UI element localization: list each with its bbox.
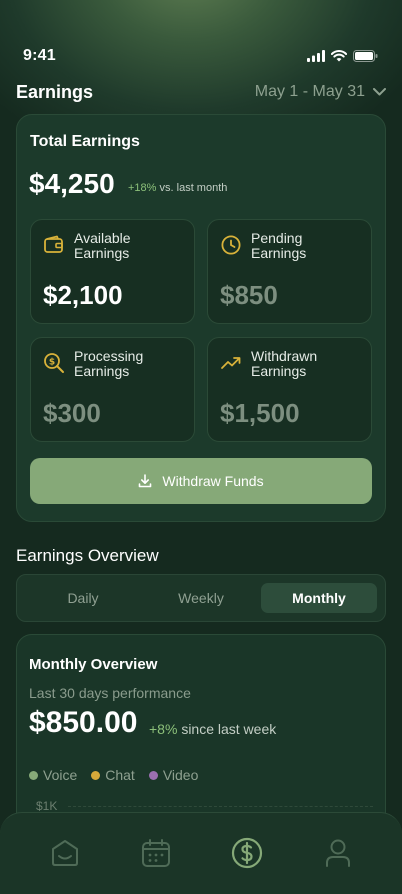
wifi-icon (331, 50, 347, 62)
withdraw-funds-button[interactable]: Withdraw Funds (30, 458, 372, 504)
total-change-text: vs. last month (159, 182, 228, 194)
legend-dot (91, 770, 101, 780)
total-earnings-change: +18% vs. last month (128, 182, 227, 194)
withdraw-funds-label: Withdraw Funds (162, 473, 264, 489)
overview-change-text: since last week (181, 721, 277, 737)
trending-up-icon (221, 357, 241, 369)
date-range-label: May 1 - May 31 (254, 83, 365, 100)
legend-dot (148, 770, 158, 780)
chart-legend: Voice Chat Video (29, 767, 198, 783)
overview-value: $850.00 (29, 706, 138, 739)
tile-label-line1: Withdrawn (251, 348, 318, 364)
tile-label-line1: Processing (74, 348, 144, 364)
tile-label: Pending Earnings (251, 231, 306, 261)
date-range-selector[interactable]: May 1 - May 31 (255, 83, 386, 101)
legend-item-video[interactable]: Video (148, 767, 199, 783)
total-earnings-value: $4,250 (29, 168, 115, 199)
download-icon (139, 474, 152, 488)
tab-daily[interactable]: Daily (25, 583, 141, 613)
signal-icon (307, 50, 325, 62)
page-title: Earnings (16, 82, 94, 102)
processing-earnings-tile[interactable]: $ Processing Earnings $300 (30, 337, 195, 442)
overview-change-percent: +8% (149, 721, 178, 737)
status-icons (307, 49, 378, 63)
chart-gridline (68, 806, 373, 807)
tile-label: Available Earnings (74, 231, 131, 261)
available-earnings-tile[interactable]: Available Earnings $2,100 (30, 219, 195, 324)
legend-item-voice[interactable]: Voice (29, 767, 77, 783)
overview-title: Monthly Overview (29, 656, 158, 673)
legend-label: Voice (43, 767, 78, 783)
calendar-icon[interactable] (140, 837, 172, 869)
battery-icon (353, 50, 378, 62)
tile-label-line2: Earnings (74, 363, 130, 379)
section-title: Earnings Overview (16, 546, 159, 565)
tile-value: $850 (220, 280, 278, 310)
chevron-down-icon (373, 88, 386, 96)
tab-monthly[interactable]: Monthly (261, 583, 377, 613)
legend-label: Chat (105, 767, 135, 783)
tile-label-line1: Available (74, 230, 131, 246)
tile-label: Processing Earnings (74, 349, 143, 379)
clock-icon (221, 235, 241, 255)
pending-earnings-tile[interactable]: Pending Earnings $850 (207, 219, 372, 324)
home-icon[interactable] (49, 837, 81, 869)
tile-value: $1,500 (220, 398, 300, 428)
total-earnings-label: Total Earnings (30, 133, 140, 150)
withdrawn-earnings-tile[interactable]: Withdrawn Earnings $1,500 (207, 337, 372, 442)
tile-value: $2,100 (43, 280, 123, 310)
tile-label-line2: Earnings (251, 245, 307, 261)
tile-label-line1: Pending (251, 230, 303, 246)
tab-weekly[interactable]: Weekly (143, 583, 259, 613)
tile-label-line2: Earnings (251, 363, 307, 379)
overview-change: +8% since last week (149, 721, 276, 737)
total-change-percent: +18% (128, 182, 157, 194)
earnings-icon[interactable] (231, 837, 263, 869)
wallet-icon (44, 235, 63, 253)
tile-label: Withdrawn Earnings (251, 349, 317, 379)
overview-subtitle: Last 30 days performance (29, 685, 191, 701)
legend-dot (29, 770, 38, 780)
tile-value: $300 (43, 398, 101, 428)
tile-label-line2: Earnings (74, 245, 130, 261)
dollar-search-icon: $ (44, 353, 64, 373)
legend-label: Video (162, 767, 199, 783)
period-tabs: Daily Weekly Monthly (16, 574, 386, 622)
y-axis-tick: $1K (36, 799, 58, 813)
svg-text:$: $ (49, 358, 55, 368)
status-time: 9:41 (23, 47, 56, 64)
profile-icon[interactable] (322, 837, 354, 869)
legend-item-chat[interactable]: Chat (91, 767, 135, 783)
